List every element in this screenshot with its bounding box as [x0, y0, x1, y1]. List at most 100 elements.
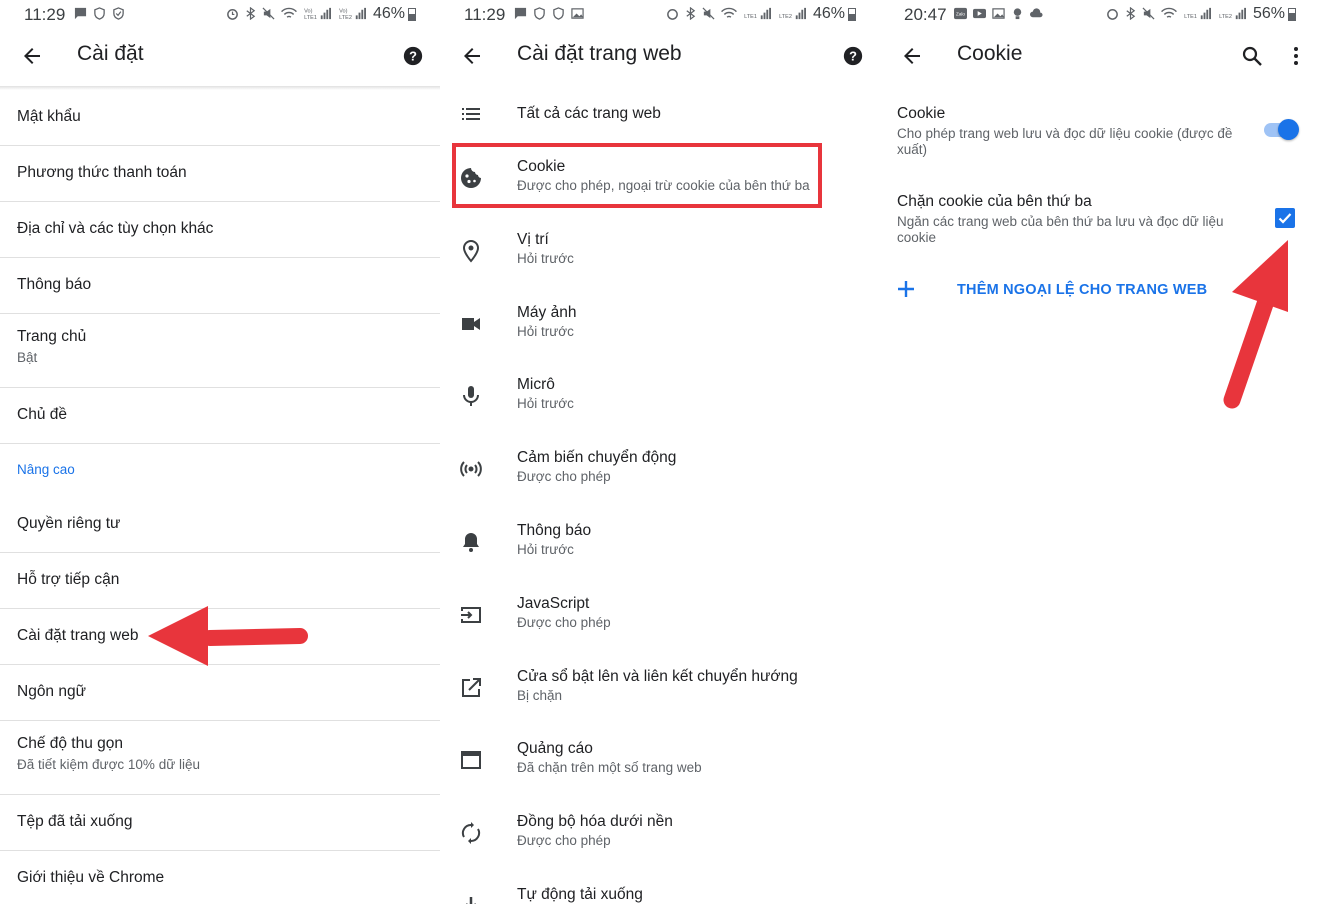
search-icon[interactable]	[1240, 44, 1264, 68]
settings-item-payment-methods[interactable]: Phương thức thanh toán	[0, 146, 440, 202]
svg-text:Vo): Vo)	[339, 9, 347, 15]
site-setting-summary: Được cho phép, ngoại trừ cookie của bên …	[517, 178, 810, 193]
block-third-party-summary: Ngăn các trang web của bên thứ ba lưu và…	[897, 214, 1224, 245]
notification-icons	[514, 7, 584, 20]
cookie-option[interactable]: Cookie Cho phép trang web lưu và đọc dữ …	[897, 105, 1304, 158]
status-bar: 20:47 Zalo LTE1 LTE2 56%	[880, 0, 1320, 28]
check-icon	[1278, 213, 1292, 224]
block-third-party-checkbox[interactable]	[1275, 208, 1295, 228]
app-bar: Cài đặt trang web	[440, 28, 880, 84]
site-setting-popups[interactable]: Cửa sổ bật lên và liên kết chuyển hướng …	[440, 652, 880, 725]
site-setting-label: Tất cả các trang web	[517, 105, 661, 122]
toggle-knob	[1278, 119, 1299, 140]
site-setting-notifications[interactable]: Thông báo Hỏi trước	[440, 506, 880, 579]
battery-icon	[408, 8, 416, 21]
settings-item-label: Chủ đề	[17, 406, 67, 423]
settings-item-about-chrome[interactable]: Giới thiệu về Chrome	[0, 851, 440, 904]
settings-item-addresses[interactable]: Địa chỉ và các tùy chọn khác	[0, 202, 440, 258]
site-setting-label: Quảng cáo	[517, 740, 593, 758]
add-site-exception-label: THÊM NGOẠI LỆ CHO TRANG WEB	[957, 282, 1208, 298]
settings-item-label: Phương thức thanh toán	[17, 164, 187, 181]
site-setting-label: Thông báo	[517, 521, 592, 539]
help-icon[interactable]	[402, 45, 424, 67]
settings-item-label: Chế độ thu gọn	[17, 735, 124, 752]
camera-icon	[462, 317, 480, 330]
notification-icons	[74, 7, 125, 20]
svg-text:LTE1: LTE1	[304, 15, 317, 20]
svg-text:LTE1: LTE1	[1184, 14, 1197, 20]
settings-item-label: Trang chủ	[17, 328, 87, 345]
site-setting-label: Cửa sổ bật lên và liên kết chuyển hướng	[517, 667, 798, 685]
settings-item-passwords[interactable]: Mật khẩu	[0, 90, 440, 146]
status-bar: 11:29 Vo) LTE1 Vo) LTE2 46%	[0, 0, 440, 28]
site-setting-label: Micrô	[517, 376, 555, 394]
site-settings-panel: 11:29 LTE1 LTE2 46% Cài đặt trang web Tấ…	[440, 0, 880, 904]
settings-list: Mật khẩu Phương thức thanh toán Địa chỉ …	[0, 90, 440, 904]
settings-item-site-settings[interactable]: Cài đặt trang web	[0, 609, 440, 665]
system-status-icons: LTE1 LTE2	[666, 7, 808, 20]
settings-item-label: Tệp đã tải xuống	[17, 813, 133, 830]
settings-item-languages[interactable]: Ngôn ngữ	[0, 665, 440, 721]
settings-item-label: Hỗ trợ tiếp cận	[17, 571, 120, 588]
svg-text:Zalo: Zalo	[956, 11, 965, 16]
site-setting-summary: Được cho phép	[517, 833, 611, 849]
site-setting-location[interactable]: Vị trí Hỏi trước	[440, 215, 880, 288]
status-time: 20:47	[904, 5, 947, 24]
back-arrow-icon[interactable]	[20, 44, 44, 68]
settings-item-notifications[interactable]: Thông báo	[0, 258, 440, 314]
svg-text:LTE2: LTE2	[1219, 14, 1232, 20]
site-setting-cookies[interactable]: Cookie Được cho phép, ngoại trừ cookie c…	[440, 142, 880, 215]
site-setting-background-sync[interactable]: Đồng bộ hóa dưới nền Được cho phép	[440, 797, 880, 870]
cookie-toggle[interactable]	[1264, 119, 1299, 140]
settings-item-downloads[interactable]: Tệp đã tải xuống	[0, 795, 440, 851]
site-setting-label: Máy ảnh	[517, 303, 577, 321]
add-site-exception-button[interactable]: THÊM NGOẠI LỆ CHO TRANG WEB	[880, 268, 1320, 312]
mic-icon	[463, 386, 479, 407]
site-setting-camera[interactable]: Máy ảnh Hỏi trước	[440, 288, 880, 361]
site-setting-motion-sensors[interactable]: Cảm biến chuyển động Được cho phép	[440, 433, 880, 506]
popup-icon	[462, 677, 481, 697]
block-third-party-option[interactable]: Chặn cookie của bên thứ ba Ngăn các tran…	[897, 193, 1304, 246]
settings-item-label: Quyền riêng tư	[17, 515, 121, 532]
settings-item-accessibility[interactable]: Hỗ trợ tiếp cận	[0, 553, 440, 609]
site-setting-microphone[interactable]: Micrô Hỏi trước	[440, 360, 880, 433]
section-header-advanced: Nâng cao	[0, 444, 440, 497]
site-setting-summary: Hỏi trước	[517, 250, 574, 266]
help-icon[interactable]	[842, 45, 864, 67]
settings-item-theme[interactable]: Chủ đề	[0, 388, 440, 444]
app-bar: Cookie	[880, 28, 1320, 84]
site-setting-label: Cảm biến chuyển động	[517, 449, 677, 467]
site-setting-javascript[interactable]: JavaScript Được cho phép	[440, 579, 880, 652]
status-time: 11:29	[24, 5, 66, 24]
site-setting-all-sites[interactable]: Tất cả các trang web	[440, 84, 880, 142]
settings-item-label: Thông báo	[17, 276, 92, 293]
cookie-option-title: Cookie	[897, 105, 946, 122]
more-vert-icon[interactable]	[1284, 44, 1308, 68]
back-arrow-icon[interactable]	[460, 44, 484, 68]
ads-icon	[461, 751, 481, 770]
settings-item-lite-mode[interactable]: Chế độ thu gọn Đã tiết kiệm được 10% dữ l…	[0, 721, 440, 795]
page-title: Cài đặt	[77, 42, 144, 65]
site-setting-summary: Bị chặn	[517, 687, 563, 703]
settings-item-privacy[interactable]: Quyền riêng tư	[0, 497, 440, 553]
section-label: Nâng cao	[17, 462, 75, 477]
site-setting-summary: Hỏi trước	[517, 541, 574, 557]
bell-icon	[463, 532, 479, 552]
javascript-icon	[461, 606, 481, 623]
svg-text:LTE1: LTE1	[744, 14, 757, 20]
battery-percent: 56%	[1253, 5, 1286, 22]
back-arrow-icon[interactable]	[900, 44, 924, 68]
svg-text:LTE2: LTE2	[339, 15, 352, 20]
cookie-option-summary: Cho phép trang web lưu và đọc dữ liệu co…	[897, 126, 1233, 157]
cookie-icon	[461, 168, 481, 188]
site-setting-ads[interactable]: Quảng cáo Đã chặn trên một số trang web	[440, 724, 880, 797]
settings-item-summary: Đã tiết kiệm được 10% dữ liệu	[17, 757, 201, 772]
plus-icon	[898, 281, 914, 297]
download-icon	[465, 896, 477, 904]
settings-item-homepage[interactable]: Trang chủ Bật	[0, 314, 440, 388]
site-setting-label: Tự động tải xuống	[517, 885, 643, 903]
system-status-icons: LTE1 LTE2	[1106, 7, 1248, 20]
settings-item-label: Ngôn ngữ	[17, 683, 86, 700]
settings-item-label: Địa chỉ và các tùy chọn khác	[17, 220, 214, 237]
site-setting-auto-downloads[interactable]: Tự động tải xuống	[440, 870, 880, 904]
